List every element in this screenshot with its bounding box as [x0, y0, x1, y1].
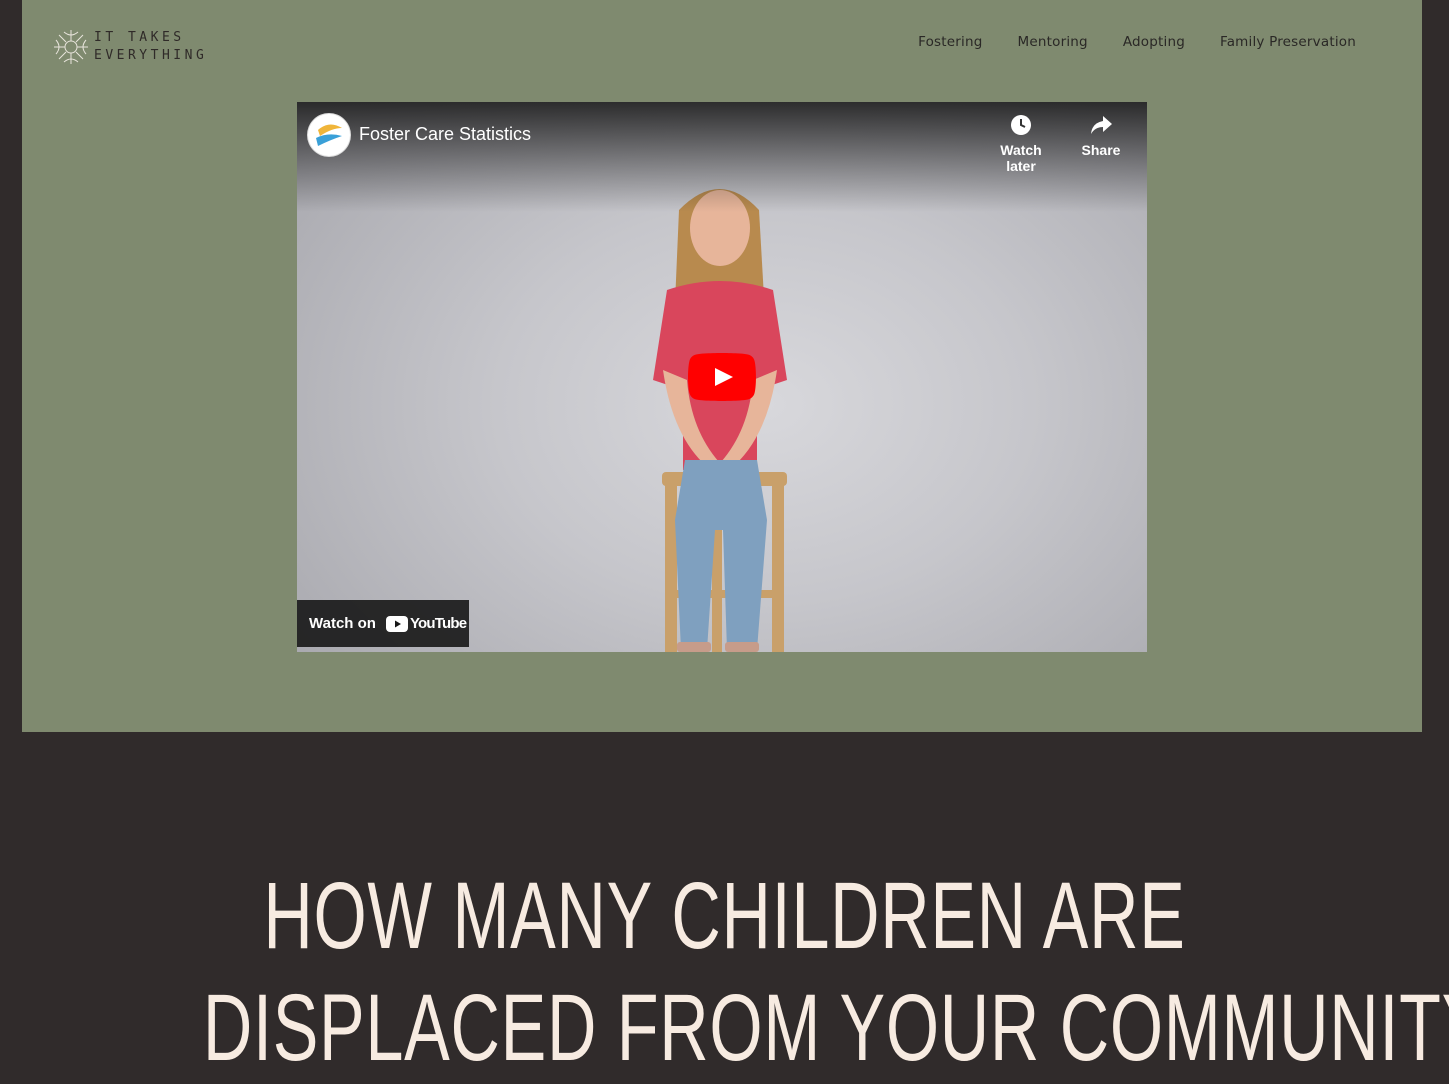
watch-later-label: Watch later — [1000, 142, 1042, 174]
logo-line-2: EVERYTHING — [94, 48, 208, 63]
headline-line-2: DISPLACED FROM YOUR COMMUNITY — [202, 974, 1449, 1081]
channel-logo-icon — [316, 124, 342, 146]
leaf-wreath-icon — [54, 30, 88, 64]
hero-section: IT TAKES EVERYTHING Fostering Mentoring … — [22, 0, 1422, 732]
section-headline: HOW MANY CHILDREN ARE DISPLACED FROM YOU… — [202, 860, 1449, 1084]
video-thumbnail-figure — [653, 189, 787, 652]
watch-on-youtube-button[interactable]: Watch on YouTube — [297, 600, 469, 647]
youtube-wordmark: YouTube — [409, 615, 467, 632]
site-logo[interactable]: IT TAKES EVERYTHING — [52, 28, 207, 66]
video-title[interactable]: Foster Care Statistics — [359, 124, 531, 145]
share-label: Share — [1081, 142, 1121, 158]
nav-adopting[interactable]: Adopting — [1123, 34, 1185, 50]
logo-line-1: IT TAKES — [94, 30, 185, 45]
channel-avatar[interactable] — [308, 114, 350, 156]
headline-line-1: HOW MANY CHILDREN ARE — [263, 862, 1186, 969]
youtube-logo: YouTube — [385, 615, 467, 632]
youtube-embed[interactable]: Foster Care Statistics Watch later Share… — [297, 102, 1147, 652]
share-button[interactable]: Share — [1077, 114, 1125, 158]
nav-fostering[interactable]: Fostering — [918, 34, 982, 50]
main-nav: Fostering Mentoring Adopting Family Pres… — [883, 34, 1356, 50]
nav-family-preservation[interactable]: Family Preservation — [1220, 34, 1356, 50]
play-button[interactable] — [688, 353, 756, 401]
nav-mentoring[interactable]: Mentoring — [1018, 34, 1088, 50]
youtube-play-icon — [385, 615, 408, 632]
watch-later-button[interactable]: Watch later — [985, 114, 1057, 174]
logo-wordmark: IT TAKES EVERYTHING — [94, 29, 207, 65]
watch-on-label: Watch on — [309, 615, 376, 632]
clock-icon — [1011, 115, 1031, 135]
share-arrow-icon — [1091, 116, 1112, 134]
